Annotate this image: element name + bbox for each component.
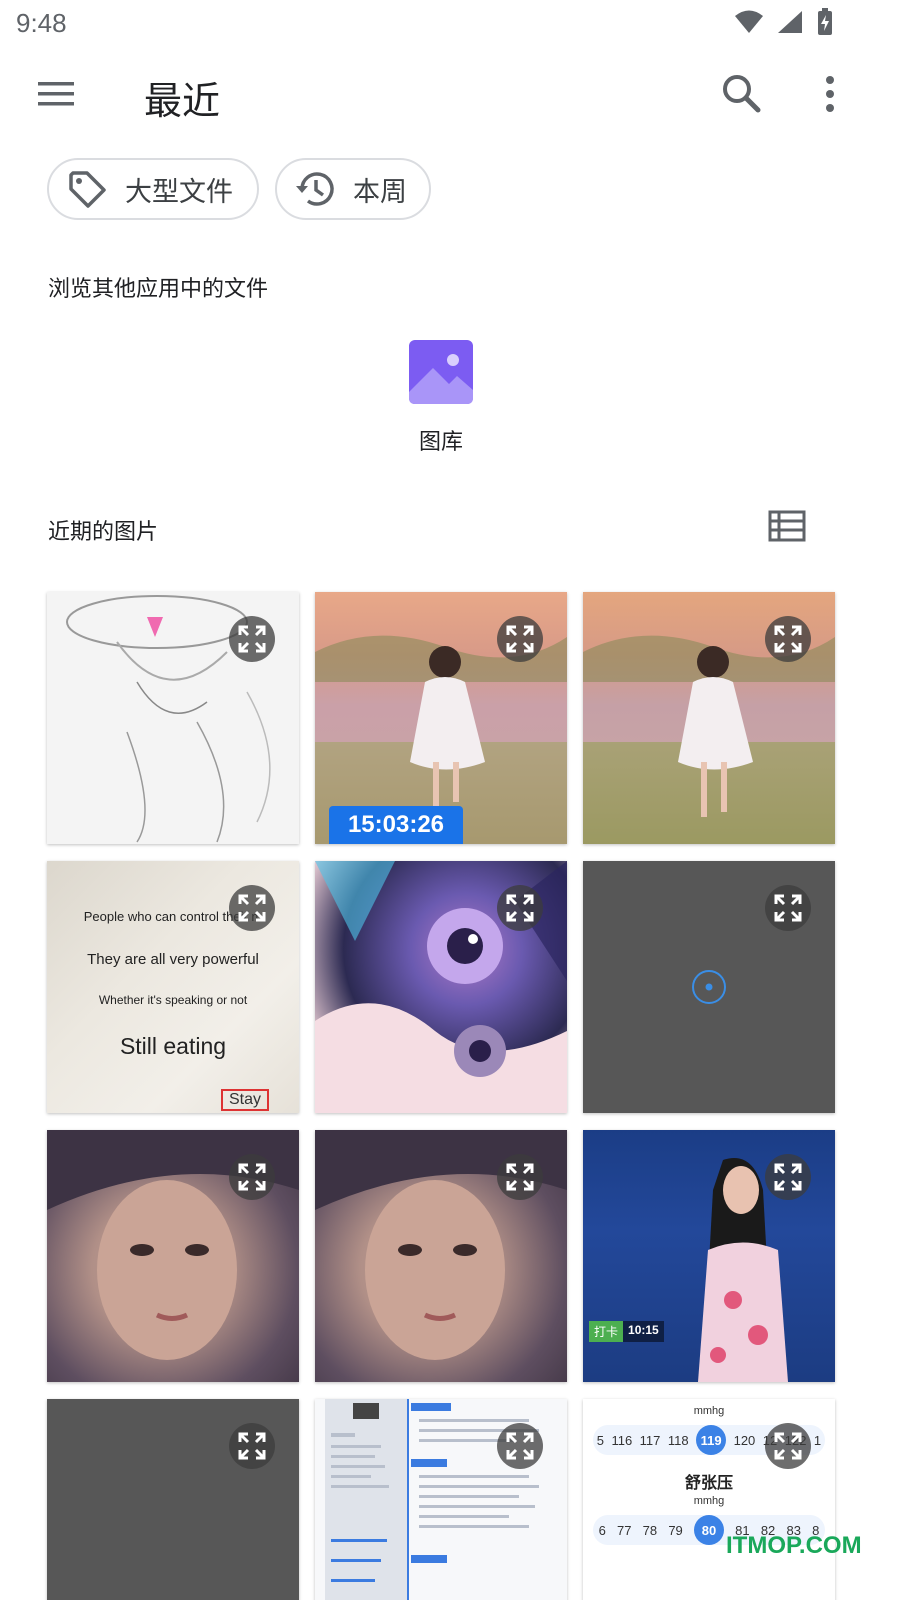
expand-icon xyxy=(774,1163,802,1191)
check-in-tag: 打卡 xyxy=(589,1321,624,1342)
expand-icon xyxy=(238,894,266,922)
tag-icon xyxy=(65,167,109,211)
expand-button[interactable] xyxy=(497,616,543,662)
search-button[interactable] xyxy=(720,72,764,116)
image-thumbnail-field[interactable]: 15:03:26 xyxy=(315,592,567,844)
timestamp-overlay: 15:03:26 xyxy=(329,806,463,844)
quote-tag: Stay xyxy=(221,1089,270,1111)
expand-icon xyxy=(238,625,266,653)
status-icons xyxy=(734,8,834,36)
image-thumbnail-portrait[interactable] xyxy=(47,1130,299,1382)
image-thumbnail-quote[interactable]: People who can control their m They are … xyxy=(47,861,299,1113)
gallery-label: 图库 xyxy=(418,430,463,455)
expand-icon xyxy=(506,894,534,922)
more-vert-icon xyxy=(826,76,834,112)
more-options-button[interactable] xyxy=(812,72,848,116)
value: 78 xyxy=(642,1522,658,1538)
selected-value: 119 xyxy=(696,1425,727,1455)
wifi-icon xyxy=(735,10,763,33)
expand-icon xyxy=(774,625,802,653)
expand-button[interactable] xyxy=(229,885,275,931)
quote-line: Whether it's speaking or not xyxy=(98,993,248,1007)
quote-line: They are all very powerful xyxy=(87,951,259,968)
image-thumbnail-loading[interactable] xyxy=(583,861,835,1113)
app-bar: 最近 xyxy=(0,52,900,138)
expand-icon xyxy=(774,1432,802,1460)
expand-button[interactable] xyxy=(765,1423,811,1469)
recent-images-label: 近期的图片 xyxy=(48,520,159,545)
image-thumbnail-sea[interactable]: 打卡 10:15 xyxy=(583,1130,835,1382)
expand-icon xyxy=(506,625,534,653)
expand-button[interactable] xyxy=(765,1154,811,1200)
list-view-toggle-button[interactable] xyxy=(768,510,806,542)
expand-button[interactable] xyxy=(497,1423,543,1469)
list-view-icon xyxy=(768,510,806,542)
expand-button[interactable] xyxy=(229,1423,275,1469)
expand-button[interactable] xyxy=(497,885,543,931)
site-watermark: ITMOP.COM xyxy=(726,1532,862,1559)
value: 118 xyxy=(667,1432,689,1448)
battery-charging-icon xyxy=(818,8,832,35)
value: 120 xyxy=(733,1432,756,1448)
image-thumbnail-field-2[interactable] xyxy=(583,592,835,844)
quote-line: Still eating xyxy=(119,1033,227,1059)
value: 79 xyxy=(668,1522,683,1538)
image-thumbnail-blood-pressure[interactable]: mmhg 5 116 117 118 119 120 12 122 1 舒张压 … xyxy=(583,1399,835,1600)
unit-label: mmhg xyxy=(693,1495,725,1507)
value: 117 xyxy=(639,1432,661,1448)
menu-button[interactable] xyxy=(34,74,78,114)
image-thumbnail-portrait-2[interactable] xyxy=(315,1130,567,1382)
history-icon xyxy=(293,167,337,211)
value: 77 xyxy=(617,1522,632,1538)
value: 1 xyxy=(813,1432,822,1448)
check-in-badge: 打卡 10:15 xyxy=(589,1321,664,1342)
browse-section-label: 浏览其他应用中的文件 xyxy=(48,277,269,302)
hamburger-menu-icon xyxy=(38,82,74,106)
expand-button[interactable] xyxy=(229,1154,275,1200)
diastolic-title: 舒张压 xyxy=(684,1473,733,1492)
unit-label: mmhg xyxy=(693,1405,725,1417)
search-icon xyxy=(723,75,761,113)
status-bar: 9:48 xyxy=(0,0,900,50)
check-in-time: 10:15 xyxy=(623,1321,664,1342)
loading-spinner-icon xyxy=(692,970,726,1004)
expand-button[interactable] xyxy=(229,616,275,662)
expand-icon xyxy=(238,1432,266,1460)
image-thumbnail-placeholder[interactable] xyxy=(47,1399,299,1600)
expand-icon xyxy=(238,1163,266,1191)
chip-this-week[interactable]: 本周 xyxy=(275,158,431,220)
expand-button[interactable] xyxy=(497,1154,543,1200)
chip-label: 本周 xyxy=(353,176,407,208)
value: 6 xyxy=(598,1522,606,1538)
image-thumbnail-resume[interactable] xyxy=(315,1399,567,1600)
selected-value: 80 xyxy=(693,1515,724,1545)
page-title: 最近 xyxy=(144,79,221,123)
expand-icon xyxy=(506,1432,534,1460)
value: 116 xyxy=(611,1432,633,1448)
expand-icon xyxy=(506,1163,534,1191)
status-time: 9:48 xyxy=(16,8,67,38)
signal-icon xyxy=(778,11,802,33)
value: 5 xyxy=(596,1432,604,1448)
expand-button[interactable] xyxy=(765,885,811,931)
expand-icon xyxy=(774,894,802,922)
gallery-icon xyxy=(409,340,473,404)
image-thumbnail-anime[interactable] xyxy=(315,861,567,1113)
gallery-app-button[interactable]: 图库 xyxy=(400,340,482,456)
image-thumbnail-sketch[interactable] xyxy=(47,592,299,844)
expand-button[interactable] xyxy=(765,616,811,662)
chip-label: 大型文件 xyxy=(125,176,233,208)
chip-large-files[interactable]: 大型文件 xyxy=(47,158,259,220)
